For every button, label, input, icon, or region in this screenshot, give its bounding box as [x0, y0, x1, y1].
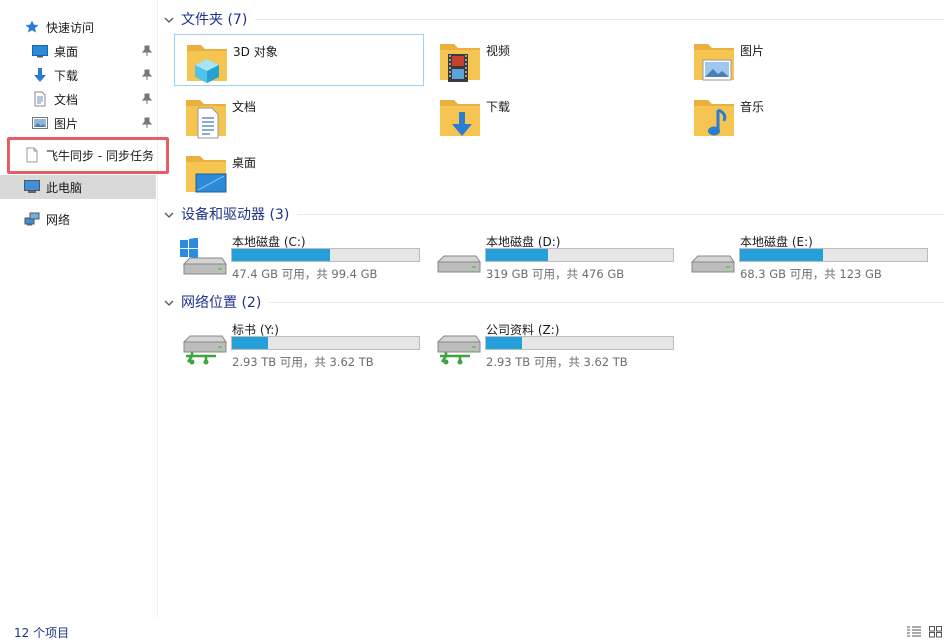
group-header-network-locations[interactable]: 网络位置 (2)	[164, 292, 944, 312]
folder-label: 视频	[486, 44, 511, 58]
chevron-down-icon	[164, 297, 174, 307]
network-icon	[24, 211, 40, 227]
folder-tile-3d-objects[interactable]: 3D 对象	[174, 34, 424, 86]
drive-usage-fill	[486, 249, 548, 261]
item-count: 12 个项目	[14, 626, 70, 640]
divider	[269, 301, 944, 303]
system-drive-icon	[178, 237, 228, 278]
drive-usage-fill	[486, 337, 522, 349]
content-pane: 文件夹 (7) 3D 对象 视频 图片 文档 下载 音乐 桌面 设备和驱动器 (…	[158, 0, 951, 618]
drive-free-space: 2.93 TB 可用，共 3.62 TB	[232, 355, 374, 369]
group-title: 设备和驱动器 (3)	[181, 207, 290, 223]
star-icon	[24, 19, 40, 35]
drive-tile-c[interactable]: 本地磁盘 (C:) 47.4 GB 可用，共 99.4 GB	[174, 230, 424, 281]
folder-label: 文档	[232, 100, 257, 114]
drive-tile-d[interactable]: 本地磁盘 (D:) 319 GB 可用，共 476 GB	[428, 230, 678, 281]
folder-tile-music[interactable]: 音乐	[682, 90, 932, 142]
navigation-pane: 快速访问 桌面 下载 文档 图片 飞牛同步 - 同步任务 此电脑 网络	[0, 0, 169, 618]
network-drive-icon	[178, 326, 228, 366]
folder-tile-documents[interactable]: 文档	[174, 90, 424, 142]
highlight-annotation	[7, 137, 169, 174]
folder-tile-downloads[interactable]: 下载	[428, 90, 678, 142]
sidebar-item-label: 下载	[54, 68, 79, 83]
downloads-folder-icon	[436, 94, 484, 140]
drive-usage-fill	[232, 337, 268, 349]
folder-label: 桌面	[232, 156, 257, 170]
3d-objects-folder-icon	[183, 39, 231, 85]
folder-label: 3D 对象	[233, 45, 278, 59]
nav-label: 快速访问	[46, 20, 95, 35]
folder-tile-desktop[interactable]: 桌面	[174, 146, 424, 198]
download-icon	[32, 67, 48, 83]
group-header-folders[interactable]: 文件夹 (7)	[164, 9, 944, 29]
group-title: 文件夹 (7)	[181, 12, 248, 28]
folder-tile-videos[interactable]: 视频	[428, 34, 678, 86]
sidebar-item-label: 网络	[46, 212, 71, 227]
sidebar-item-label: 此电脑	[46, 180, 83, 195]
group-title: 网络位置 (2)	[181, 295, 262, 311]
music-folder-icon	[690, 94, 738, 140]
drive-usage-bar	[231, 336, 420, 350]
sidebar-item-documents[interactable]: 文档	[32, 87, 156, 111]
chevron-down-icon	[164, 14, 174, 24]
chevron-down-icon	[164, 209, 174, 219]
drive-usage-bar	[485, 336, 674, 350]
drive-free-space: 2.93 TB 可用，共 3.62 TB	[486, 355, 628, 369]
pin-icon	[141, 93, 153, 105]
status-bar: 12 个项目	[0, 618, 951, 644]
drive-tile-e[interactable]: 本地磁盘 (E:) 68.3 GB 可用，共 123 GB	[682, 230, 932, 281]
documents-icon	[32, 91, 48, 107]
hard-drive-icon	[686, 238, 736, 278]
sidebar-item-label: 桌面	[54, 44, 79, 59]
pin-icon	[141, 117, 153, 129]
desktop-icon	[32, 43, 48, 59]
details-view-icon[interactable]	[907, 626, 921, 638]
drive-usage-fill	[740, 249, 824, 261]
sidebar-item-label: 文档	[54, 92, 79, 107]
drive-free-space: 68.3 GB 可用，共 123 GB	[740, 267, 882, 281]
large-icons-view-icon[interactable]	[929, 626, 943, 638]
pictures-icon	[32, 115, 48, 131]
computer-icon	[24, 179, 40, 195]
desktop-folder-icon	[182, 150, 230, 196]
sidebar-item-label: 图片	[54, 116, 79, 131]
drive-usage-bar	[739, 248, 928, 262]
nav-quick-access[interactable]: 快速访问	[24, 15, 154, 39]
sidebar-item-pictures[interactable]: 图片	[32, 111, 156, 135]
sidebar-item-this-pc[interactable]: 此电脑	[0, 175, 156, 199]
drive-usage-bar	[231, 248, 420, 262]
pictures-folder-icon	[690, 38, 738, 84]
pin-icon	[141, 69, 153, 81]
sidebar-item-downloads[interactable]: 下载	[32, 63, 156, 87]
drive-usage-fill	[232, 249, 330, 261]
folder-label: 图片	[740, 44, 765, 58]
drive-free-space: 47.4 GB 可用，共 99.4 GB	[232, 267, 378, 281]
divider	[297, 213, 944, 215]
folder-tile-pictures[interactable]: 图片	[682, 34, 932, 86]
folder-label: 下载	[486, 100, 511, 114]
group-header-drives[interactable]: 设备和驱动器 (3)	[164, 204, 944, 224]
sidebar-item-network[interactable]: 网络	[24, 207, 154, 231]
divider	[255, 18, 944, 20]
network-drive-icon	[432, 326, 482, 366]
sidebar-item-desktop[interactable]: 桌面	[32, 39, 156, 63]
drive-free-space: 319 GB 可用，共 476 GB	[486, 267, 625, 281]
network-drive-tile-y[interactable]: 标书 (Y:) 2.93 TB 可用，共 3.62 TB	[174, 318, 424, 369]
folder-label: 音乐	[740, 100, 765, 114]
documents-folder-icon	[182, 94, 230, 140]
videos-folder-icon	[436, 38, 484, 84]
hard-drive-icon	[432, 238, 482, 278]
pin-icon	[141, 45, 153, 57]
network-drive-tile-z[interactable]: 公司资料 (Z:) 2.93 TB 可用，共 3.62 TB	[428, 318, 678, 369]
drive-usage-bar	[485, 248, 674, 262]
